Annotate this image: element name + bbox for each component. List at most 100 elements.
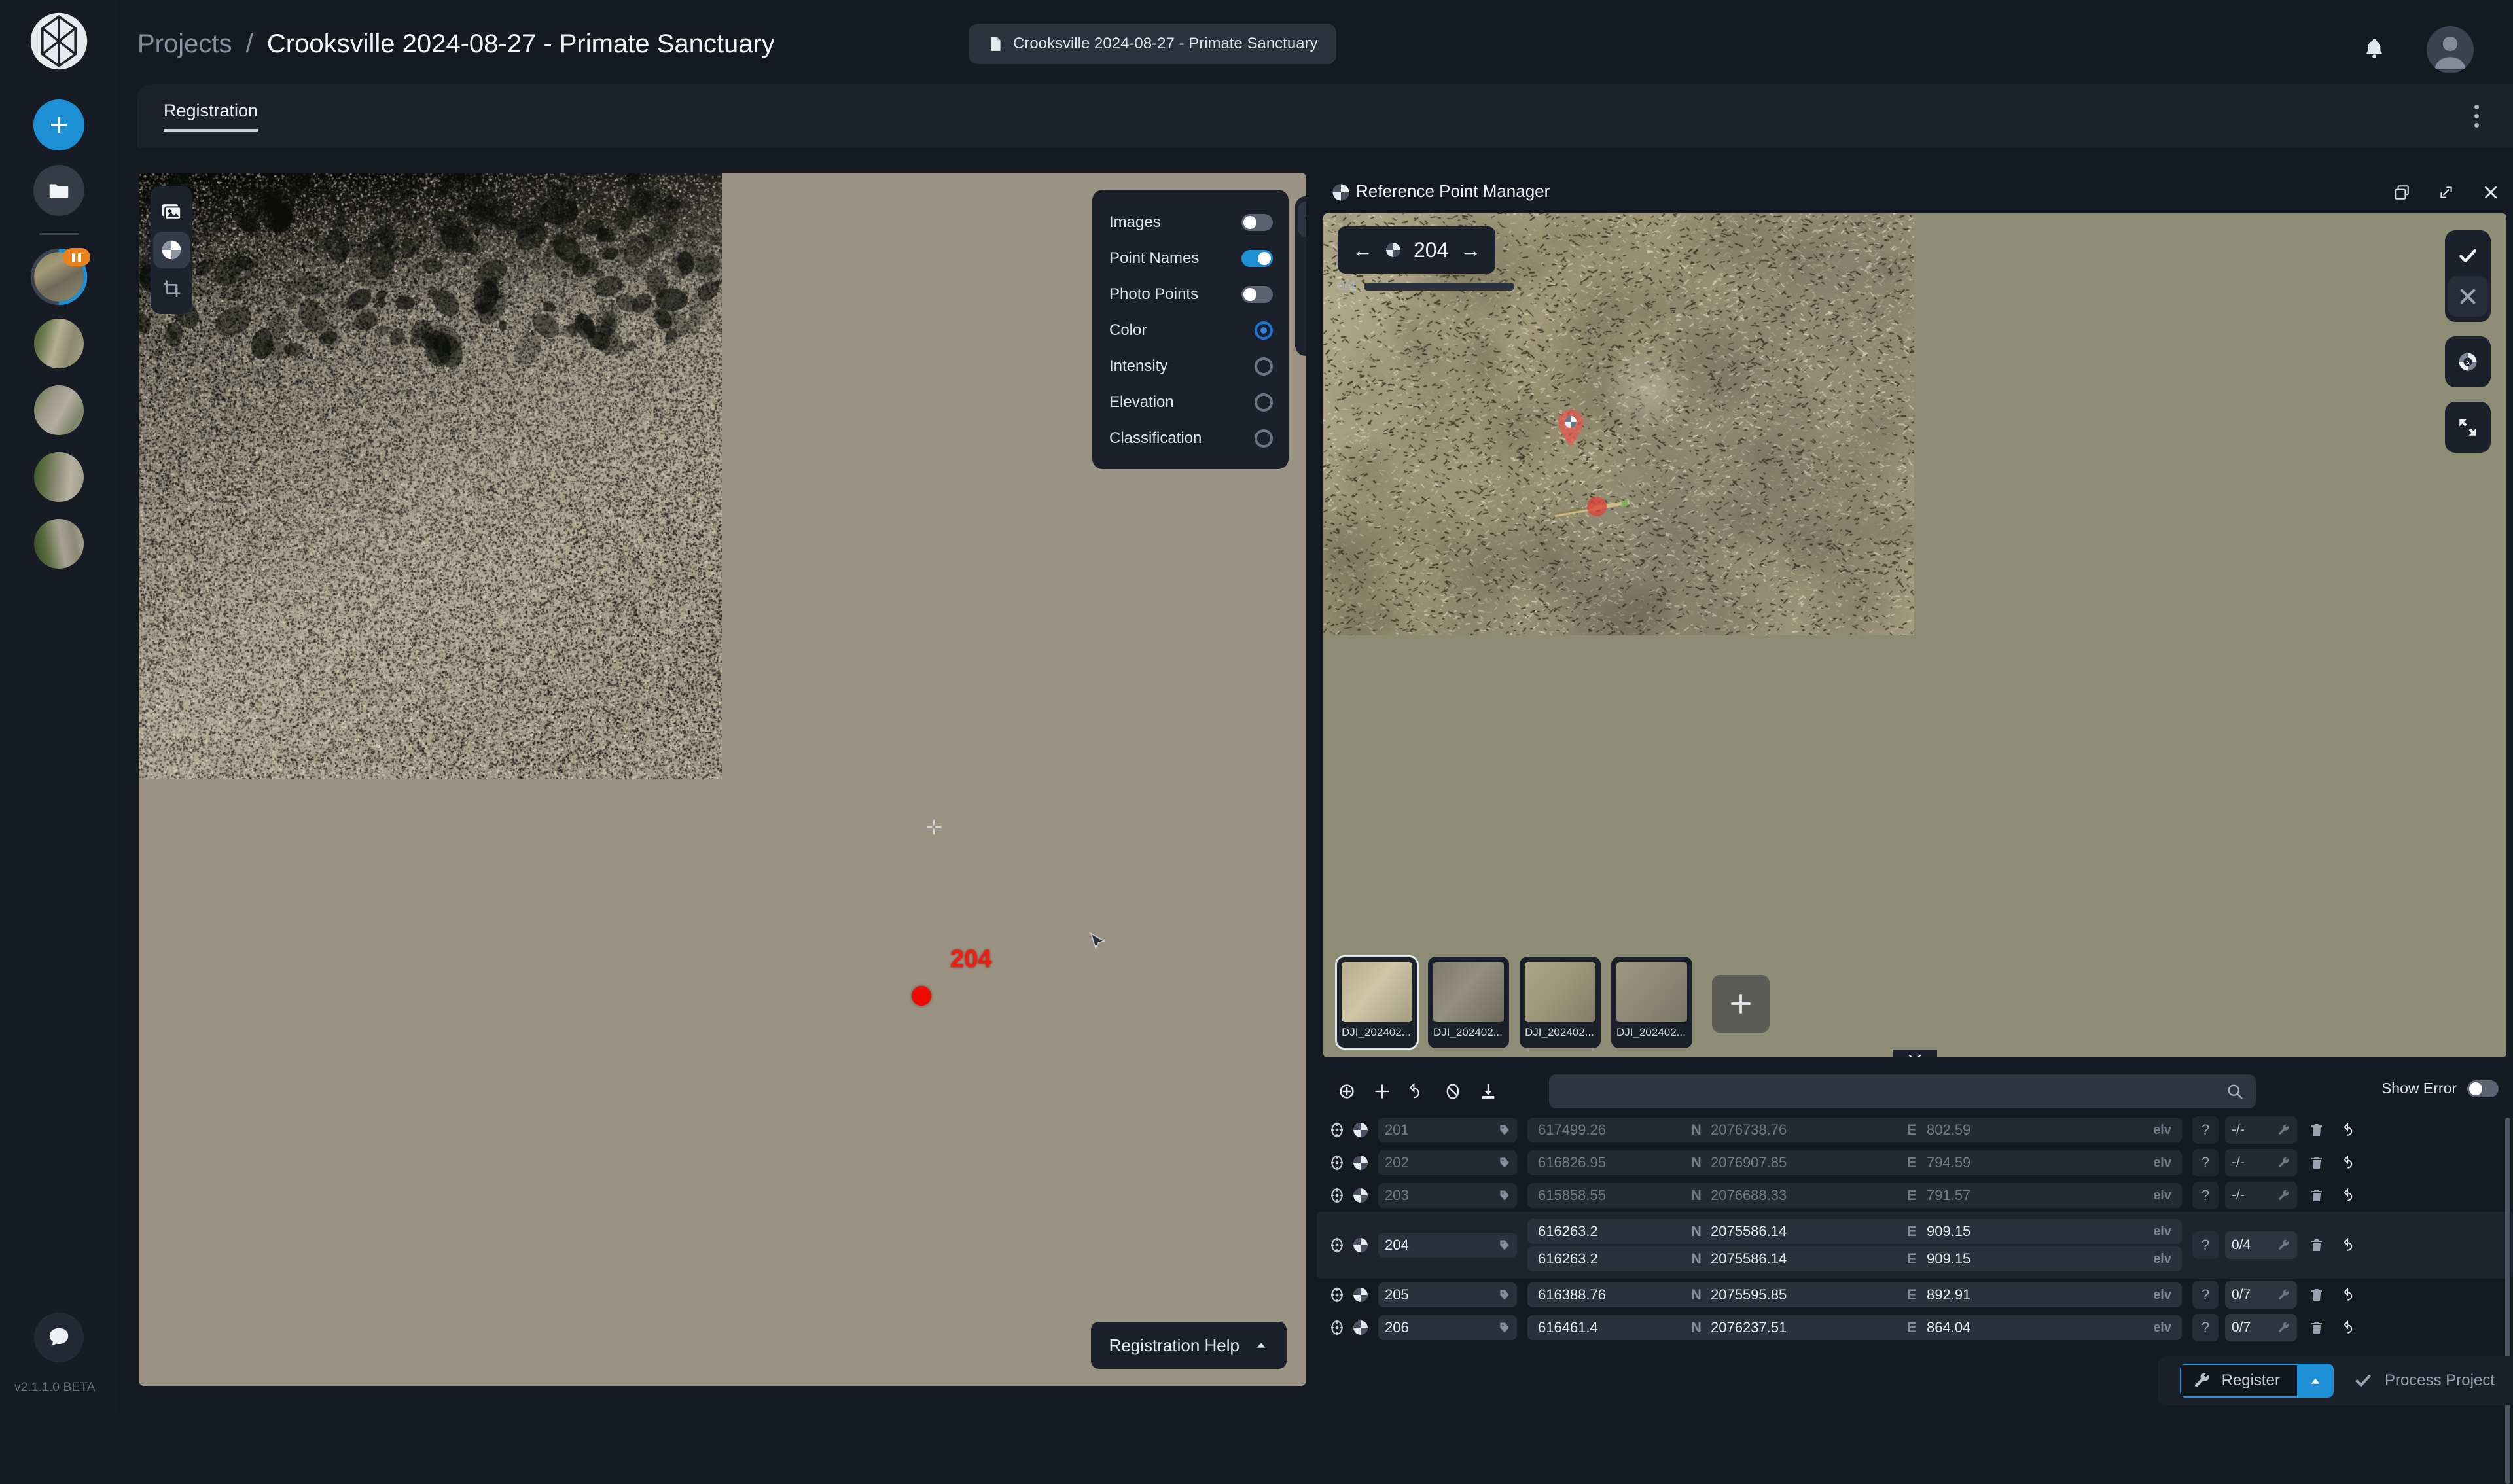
point-name-field[interactable]: 205 bbox=[1378, 1282, 1517, 1307]
settings-button[interactable] bbox=[1298, 239, 1306, 275]
error-badge[interactable]: -/- bbox=[2225, 1116, 2297, 1144]
tag-icon[interactable] bbox=[1498, 1156, 1511, 1173]
layer-row-photo-points[interactable]: Photo Points bbox=[1092, 276, 1289, 312]
photo-reference-pin[interactable] bbox=[1557, 410, 1584, 446]
measure-button[interactable] bbox=[1298, 277, 1306, 313]
photo-thumbnail[interactable]: DJI_202402... bbox=[1336, 957, 1417, 1048]
point-name-field[interactable]: 202 bbox=[1378, 1150, 1517, 1175]
reset-row-button[interactable] bbox=[2336, 1155, 2362, 1171]
register-dropdown-button[interactable] bbox=[2297, 1364, 2334, 1398]
locate-point-button[interactable] bbox=[1326, 1154, 1348, 1171]
expand-window-button[interactable] bbox=[2433, 181, 2459, 204]
layer-toggle-images[interactable] bbox=[1241, 214, 1273, 231]
reset-row-button[interactable] bbox=[2336, 1122, 2362, 1138]
user-avatar[interactable] bbox=[2427, 26, 2474, 73]
add-photo-button[interactable] bbox=[1712, 975, 1770, 1033]
point-name-field[interactable]: 206 bbox=[1378, 1315, 1517, 1340]
layer-row-point-names[interactable]: Point Names bbox=[1092, 240, 1289, 276]
delete-row-button[interactable] bbox=[2304, 1155, 2330, 1171]
status-badge[interactable]: ? bbox=[2192, 1281, 2219, 1309]
viewport-reference-points-tool[interactable] bbox=[153, 232, 190, 268]
point-cloud-canvas[interactable] bbox=[139, 173, 722, 779]
breadcrumb-projects-link[interactable]: Projects bbox=[137, 29, 232, 58]
add-point-button[interactable] bbox=[1368, 1078, 1397, 1104]
restore-window-button[interactable] bbox=[2389, 181, 2415, 204]
layer-radio-color[interactable] bbox=[1255, 321, 1273, 340]
registration-help-button[interactable]: Registration Help bbox=[1091, 1322, 1287, 1369]
layer-toggle-point-names[interactable] bbox=[1241, 250, 1273, 267]
delete-row-button[interactable] bbox=[2304, 1122, 2330, 1138]
project-thumbnail[interactable] bbox=[34, 452, 84, 502]
reset-row-button[interactable] bbox=[2336, 1237, 2362, 1253]
confirm-button[interactable] bbox=[2448, 236, 2488, 276]
point-name-field[interactable]: 204 bbox=[1378, 1233, 1517, 1258]
home-view-button[interactable] bbox=[1298, 315, 1306, 351]
clear-button[interactable] bbox=[1438, 1078, 1467, 1104]
collapse-strip-button[interactable] bbox=[1893, 1050, 1937, 1057]
tag-icon[interactable] bbox=[1498, 1189, 1511, 1205]
next-point-button[interactable]: → bbox=[1460, 239, 1481, 260]
locate-point-button[interactable] bbox=[1326, 1319, 1348, 1336]
overflow-menu-button[interactable] bbox=[2469, 99, 2484, 133]
coordinate-row[interactable]: 616263.2 N 2075586.14 E 909.15 elv bbox=[1527, 1219, 2182, 1244]
point-cloud-point-marker[interactable] bbox=[912, 986, 931, 1006]
table-scrollbar[interactable] bbox=[2505, 1118, 2510, 1484]
viewport-crop-tool[interactable] bbox=[153, 271, 190, 308]
locate-point-button[interactable] bbox=[1326, 1187, 1348, 1204]
coordinate-row[interactable]: 616388.76 N 2075595.85 E 892.91 elv bbox=[1527, 1282, 2182, 1307]
delete-row-button[interactable] bbox=[2304, 1320, 2330, 1335]
layer-radio-classification[interactable] bbox=[1255, 429, 1273, 448]
coordinate-row[interactable]: 617499.26 N 2076738.76 E 802.59 elv bbox=[1527, 1118, 2182, 1142]
table-row[interactable]: 203 615858.55 N 2076688.33 E 791.57 elv … bbox=[1317, 1179, 2513, 1212]
tab-registration[interactable]: Registration bbox=[164, 101, 258, 132]
project-thumbnail[interactable] bbox=[34, 385, 84, 435]
layer-radio-intensity[interactable] bbox=[1255, 357, 1273, 376]
delete-row-button[interactable] bbox=[2304, 1188, 2330, 1203]
photo-thumbnail[interactable]: DJI_202402... bbox=[1428, 957, 1509, 1048]
show-error-control[interactable]: Show Error bbox=[2381, 1080, 2499, 1097]
photo-thumbnail[interactable]: DJI_202402... bbox=[1611, 957, 1692, 1048]
search-box[interactable] bbox=[1549, 1074, 2256, 1108]
coordinate-row[interactable]: 615858.55 N 2076688.33 E 791.57 elv bbox=[1527, 1183, 2182, 1208]
prev-point-button[interactable]: ← bbox=[1352, 239, 1373, 260]
table-row[interactable]: 202 616826.95 N 2076907.85 E 794.59 elv … bbox=[1317, 1146, 2513, 1179]
photo-thumbnail[interactable]: DJI_202402... bbox=[1520, 957, 1601, 1048]
project-thumbnail[interactable] bbox=[34, 519, 84, 569]
coordinate-row[interactable]: 616461.4 N 2076237.51 E 864.04 elv bbox=[1527, 1315, 2182, 1340]
layer-row-images[interactable]: Images bbox=[1092, 204, 1289, 240]
layer-row-classification[interactable]: Classification bbox=[1092, 420, 1289, 456]
show-error-toggle[interactable] bbox=[2467, 1080, 2499, 1097]
search-input[interactable] bbox=[1561, 1083, 2226, 1100]
visibility-button[interactable] bbox=[1298, 202, 1306, 237]
support-chat-button[interactable] bbox=[34, 1313, 84, 1362]
search-icon[interactable] bbox=[2226, 1082, 2244, 1101]
reference-photo-canvas[interactable] bbox=[1323, 213, 1914, 635]
projects-folder-button[interactable] bbox=[33, 165, 84, 216]
close-panel-button[interactable] bbox=[2478, 181, 2504, 204]
error-badge[interactable]: -/- bbox=[2225, 1149, 2297, 1176]
tag-icon[interactable] bbox=[1498, 1288, 1511, 1305]
project-thumbnail[interactable] bbox=[34, 319, 84, 368]
table-row[interactable]: 201 617499.26 N 2076738.76 E 802.59 elv … bbox=[1317, 1114, 2513, 1146]
coordinate-row[interactable]: 616263.2 N 2075586.14 E 909.15 elv bbox=[1527, 1246, 2182, 1271]
reference-points-table[interactable]: 201 617499.26 N 2076738.76 E 802.59 elv … bbox=[1317, 1114, 2513, 1343]
tag-icon[interactable] bbox=[1498, 1239, 1511, 1255]
viewport-images-tool[interactable] bbox=[153, 192, 190, 229]
tag-icon[interactable] bbox=[1498, 1123, 1511, 1140]
point-name-field[interactable]: 201 bbox=[1378, 1118, 1517, 1142]
reset-row-button[interactable] bbox=[2336, 1188, 2362, 1203]
delete-row-button[interactable] bbox=[2304, 1287, 2330, 1303]
project-thumbnail-active[interactable] bbox=[34, 252, 84, 302]
error-badge[interactable]: 0/7 bbox=[2225, 1314, 2297, 1341]
status-badge[interactable]: ? bbox=[2192, 1149, 2219, 1176]
undo-button[interactable] bbox=[1403, 1078, 1432, 1104]
fullscreen-button[interactable] bbox=[2448, 407, 2488, 448]
register-button[interactable]: Register bbox=[2180, 1364, 2334, 1398]
point-name-field[interactable]: 203 bbox=[1378, 1183, 1517, 1208]
locate-point-button[interactable] bbox=[1326, 1286, 1348, 1303]
tag-icon[interactable] bbox=[1498, 1321, 1511, 1337]
table-row[interactable]: 204 616263.2 N 2075586.14 E 909.15 elv 6… bbox=[1317, 1212, 2513, 1279]
register-button-main[interactable]: Register bbox=[2180, 1364, 2297, 1398]
reset-row-button[interactable] bbox=[2336, 1320, 2362, 1335]
status-badge[interactable]: ? bbox=[2192, 1182, 2219, 1209]
